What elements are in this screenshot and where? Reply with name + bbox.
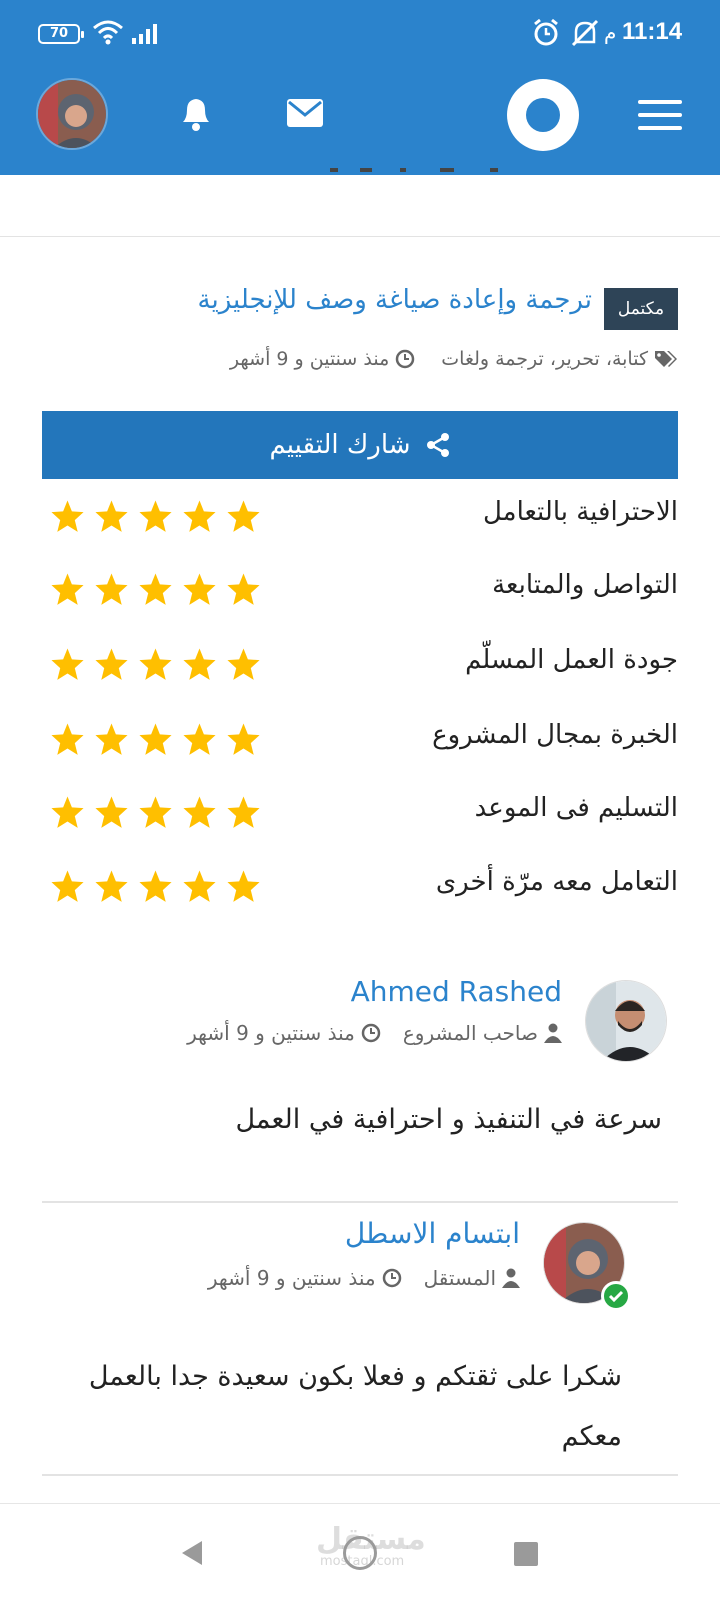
avatar-image (38, 80, 106, 148)
clock-icon (361, 1023, 381, 1043)
rating-stars (50, 722, 261, 757)
clock: 11:14 (622, 18, 683, 45)
comment-text: سرعة في التنفيذ و احترافية في العمل (235, 1104, 662, 1135)
comment-separator (42, 1201, 678, 1203)
user-icon (502, 1268, 520, 1288)
menu-icon[interactable] (638, 100, 682, 130)
comment-author-name[interactable]: ابتسام الاسطل (345, 1217, 520, 1250)
star-icon (95, 500, 128, 532)
verified-badge-icon (601, 1281, 631, 1311)
star-icon (51, 870, 84, 902)
comment-time: منذ سنتين و 9 أشهر (207, 1266, 376, 1290)
rating-row: التسليم فى الموعد (42, 793, 678, 833)
status-badge: مكتمل (604, 288, 678, 330)
star-icon (139, 573, 172, 605)
battery-indicator: 70 (38, 24, 84, 44)
comment-role: صاحب المشروع (402, 1021, 538, 1045)
clock-icon (382, 1268, 401, 1288)
star-icon (227, 796, 260, 828)
star-icon (139, 500, 172, 532)
rating-label: التواصل والمتابعة (492, 570, 678, 600)
rating-label: التعامل معه مرّة أخرى (435, 867, 678, 897)
signal-icon (132, 24, 157, 44)
rating-label: التسليم فى الموعد (474, 793, 678, 823)
bell-icon[interactable] (178, 94, 214, 132)
star-icon (95, 796, 128, 828)
rating-label: الخبرة بمجال المشروع (432, 720, 678, 750)
star-icon (95, 573, 128, 605)
star-icon (95, 870, 128, 902)
comment-time: منذ سنتين و 9 أشهر (187, 1021, 355, 1045)
avatar-image (586, 981, 666, 1061)
star-icon (227, 870, 260, 902)
star-icon (227, 648, 260, 680)
rating-stars (50, 795, 261, 830)
share-icon (426, 433, 449, 457)
status-bar: 70 م 11:14 (0, 0, 720, 72)
star-icon (227, 500, 260, 532)
rating-row: التواصل والمتابعة (42, 570, 678, 610)
mail-icon[interactable] (286, 98, 324, 128)
comment-author-name[interactable]: Ahmed Rashed (351, 975, 562, 1008)
user-icon (544, 1023, 562, 1043)
comment-text: شكرا على ثقتكم و فعلا بكون سعيدة جدا بال… (88, 1361, 622, 1452)
project-time: منذ سنتين و 9 أشهر (229, 348, 390, 370)
user-avatar[interactable] (36, 78, 108, 150)
star-icon (51, 573, 84, 605)
star-icon (51, 723, 84, 755)
star-icon (139, 870, 172, 902)
cutoff-text (330, 168, 498, 172)
star-icon (183, 870, 216, 902)
silent-icon (571, 19, 599, 47)
rating-row: الاحترافية بالتعامل (42, 497, 678, 537)
project-title[interactable]: ترجمة وإعادة صياغة وصف للإنجليزية (198, 285, 592, 315)
star-icon (183, 796, 216, 828)
share-label: شارك التقييم (269, 430, 411, 460)
star-icon (183, 648, 216, 680)
ampm-label: م (604, 20, 617, 44)
clock-icon (396, 349, 415, 369)
tags-icon (655, 351, 677, 367)
star-icon (139, 723, 172, 755)
rating-row: جودة العمل المسلّم (42, 645, 678, 685)
rating-stars (50, 869, 261, 904)
rating-row: الخبرة بمجال المشروع (42, 720, 678, 760)
star-icon (183, 500, 216, 532)
comment-meta: المستقل منذ سنتين و 9 أشهر (208, 1266, 520, 1290)
home-icon[interactable] (343, 1536, 377, 1570)
rating-stars (50, 499, 261, 534)
rating-label: جودة العمل المسلّم (465, 645, 678, 675)
star-icon (227, 573, 260, 605)
rating-stars (50, 647, 261, 682)
back-icon[interactable] (180, 1539, 204, 1567)
star-icon (95, 648, 128, 680)
star-icon (183, 723, 216, 755)
star-icon (51, 500, 84, 532)
rating-stars (50, 572, 261, 607)
system-nav-bar: مستقل mostaql.com (0, 1503, 720, 1600)
recents-icon[interactable] (514, 1542, 538, 1566)
app-header: 70 م 11:14 (0, 0, 720, 175)
mostaql-logo[interactable] (507, 79, 579, 151)
alarm-icon (534, 18, 558, 46)
share-rating-button[interactable]: شارك التقييم (42, 411, 678, 479)
rating-row: التعامل معه مرّة أخرى (42, 867, 678, 907)
star-icon (183, 573, 216, 605)
rating-label: الاحترافية بالتعامل (482, 497, 678, 527)
star-icon (51, 796, 84, 828)
star-icon (51, 648, 84, 680)
project-meta: كتابة، تحرير، ترجمة ولغات منذ سنتين و 9 … (230, 348, 678, 370)
wifi-icon (93, 20, 123, 45)
comment-role: المستقل (423, 1266, 496, 1290)
comment-avatar-owner[interactable] (585, 980, 667, 1062)
star-icon (139, 796, 172, 828)
star-icon (95, 723, 128, 755)
divider (0, 236, 720, 237)
star-icon (227, 723, 260, 755)
comment-separator (42, 1474, 678, 1476)
star-icon (139, 648, 172, 680)
comment-meta: صاحب المشروع منذ سنتين و 9 أشهر (187, 1021, 562, 1045)
project-tags[interactable]: كتابة، تحرير، ترجمة ولغات (441, 348, 648, 370)
